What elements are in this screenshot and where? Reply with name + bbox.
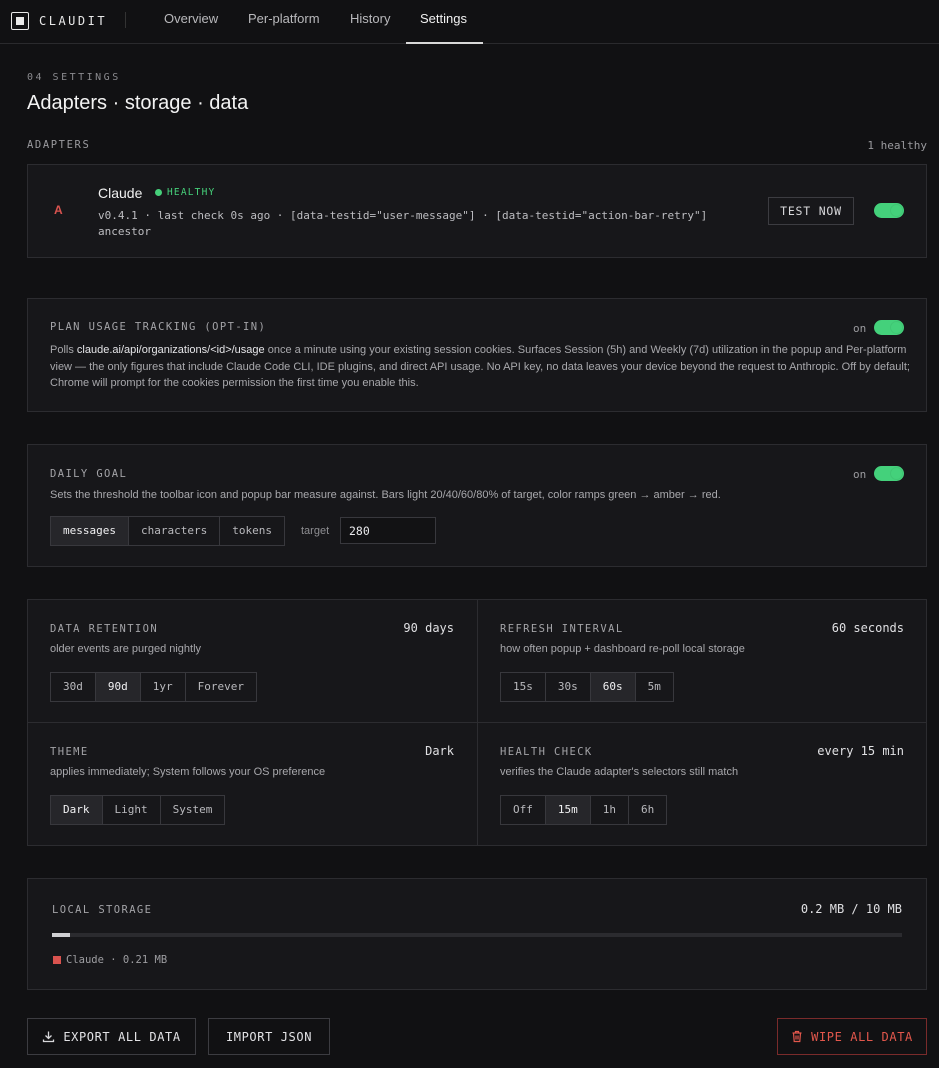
health-selector: Off 15m 1h 6h (500, 795, 668, 825)
theme-option-light[interactable]: Light (103, 796, 161, 824)
health-title: HEALTH CHECK (500, 746, 593, 758)
plan-usage-description: Polls claude.ai/api/organizations/<id>/u… (50, 342, 910, 392)
daily-goal-card: DAILY GOAL on Sets the threshold the too… (27, 444, 927, 567)
refresh-option-15s[interactable]: 15s (501, 673, 546, 701)
adapters-label: ADAPTERS (27, 139, 91, 151)
retention-description: older events are purged nightly (50, 643, 202, 655)
retention-option-90d[interactable]: 90d (95, 673, 141, 701)
daily-goal-description: Sets the threshold the toolbar icon and … (50, 489, 721, 501)
theme-option-dark[interactable]: Dark (51, 796, 103, 824)
retention-option-1yr[interactable]: 1yr (141, 673, 186, 701)
health-option-off[interactable]: Off (501, 796, 546, 824)
goal-option-tokens[interactable]: tokens (220, 517, 284, 545)
theme-selector: Dark Light System (50, 795, 226, 825)
adapter-name: Claude (98, 185, 143, 201)
refresh-option-30s[interactable]: 30s (546, 673, 591, 701)
trash-icon (792, 1030, 802, 1043)
grid-divider-horizontal (28, 722, 926, 723)
storage-bar (52, 933, 902, 937)
test-now-button[interactable]: TEST NOW (768, 197, 854, 225)
health-option-6h[interactable]: 6h (629, 796, 666, 824)
refresh-description: how often popup + dashboard re-poll loca… (500, 643, 745, 655)
top-nav: CLAUDIT Overview Per-platform History Se… (0, 0, 939, 44)
retention-selector: 30d 90d 1yr Forever (50, 672, 257, 702)
theme-description: applies immediately; System follows your… (50, 766, 326, 778)
adapter-card: A Claude HEALTHY v0.4.1 · last check 0s … (27, 164, 927, 258)
plan-usage-desc-prefix: Polls (50, 344, 77, 356)
retention-value: 90 days (403, 621, 454, 635)
app-name: CLAUDIT (39, 14, 108, 28)
import-json-button[interactable]: IMPORT JSON (208, 1018, 330, 1055)
export-all-button[interactable]: EXPORT ALL DATA (27, 1018, 196, 1055)
health-option-1h[interactable]: 1h (591, 796, 629, 824)
plan-usage-toggle-label: on (853, 322, 867, 335)
status-badge: HEALTHY (155, 187, 215, 198)
goal-metric-selector: messages characters tokens (50, 516, 285, 546)
refresh-title: REFRESH INTERVAL (500, 623, 624, 635)
plan-usage-title: PLAN USAGE TRACKING (OPT-IN) (50, 321, 267, 333)
plan-usage-card: PLAN USAGE TRACKING (OPT-IN) on Polls cl… (27, 298, 927, 412)
retention-option-forever[interactable]: Forever (186, 673, 256, 701)
plan-usage-endpoint: claude.ai/api/organizations/<id>/usage (76, 344, 265, 356)
brand[interactable]: CLAUDIT (11, 11, 107, 31)
logo-icon (11, 12, 29, 30)
refresh-selector: 15s 30s 60s 5m (500, 672, 674, 702)
download-icon (43, 1031, 55, 1043)
health-option-15m[interactable]: 15m (545, 796, 591, 824)
theme-title: THEME (50, 746, 89, 758)
tab-overview[interactable]: Overview (150, 0, 232, 44)
adapter-letter-icon: A (54, 203, 63, 217)
daily-goal-toggle[interactable] (874, 466, 904, 481)
adapter-meta: v0.4.1 · last check 0s ago · [data-testi… (98, 209, 708, 238)
health-description: verifies the Claude adapter's selectors … (500, 766, 739, 778)
wipe-all-button[interactable]: WIPE ALL DATA (777, 1018, 927, 1055)
storage-card: LOCAL STORAGE 0.2 MB / 10 MB Claude · 0.… (27, 878, 927, 990)
section-eyebrow: 04 SETTINGS (27, 72, 121, 83)
daily-goal-toggle-label: on (853, 468, 867, 481)
tab-history[interactable]: History (336, 0, 404, 44)
daily-goal-title: DAILY GOAL (50, 468, 128, 480)
export-label: EXPORT ALL DATA (63, 1029, 181, 1044)
retention-title: DATA RETENTION (50, 623, 159, 635)
adapter-enabled-toggle[interactable] (874, 203, 904, 218)
refresh-option-60s[interactable]: 60s (590, 673, 636, 701)
wipe-label: WIPE ALL DATA (811, 1029, 913, 1044)
health-value: every 15 min (817, 744, 904, 758)
refresh-value: 60 seconds (831, 621, 904, 635)
theme-option-system[interactable]: System (161, 796, 225, 824)
storage-usage: 0.2 MB / 10 MB (800, 902, 902, 916)
nav-divider (125, 12, 126, 28)
target-input[interactable]: 280 (340, 517, 436, 544)
tab-settings[interactable]: Settings (406, 0, 483, 44)
settings-grid: DATA RETENTION 90 days older events are … (27, 599, 927, 846)
goal-option-characters[interactable]: characters (129, 517, 221, 545)
theme-value: Dark (425, 744, 454, 758)
legend-swatch (53, 956, 61, 964)
storage-legend: Claude · 0.21 MB (66, 954, 168, 966)
plan-usage-toggle[interactable] (874, 320, 904, 335)
goal-option-messages[interactable]: messages (51, 517, 129, 545)
refresh-option-5m[interactable]: 5m (636, 673, 673, 701)
retention-option-30d[interactable]: 30d (51, 673, 96, 701)
adapters-summary: 1 healthy (867, 139, 927, 152)
target-label: target (301, 525, 330, 537)
page-title: Adapters · storage · data (27, 92, 249, 114)
status-text: HEALTHY (167, 187, 216, 198)
status-dot-icon (155, 189, 162, 196)
tab-per-platform[interactable]: Per-platform (234, 0, 334, 44)
storage-title: LOCAL STORAGE (52, 904, 153, 916)
storage-bar-fill (52, 933, 70, 937)
